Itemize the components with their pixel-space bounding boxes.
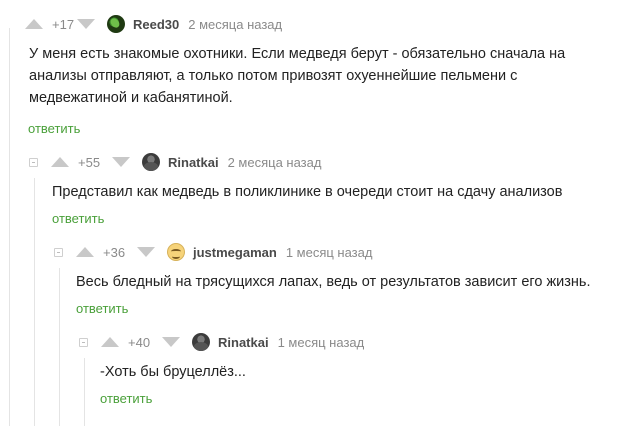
- comment-text-line: анализы отправляют, а только потом приво…: [29, 68, 518, 84]
- reply-link[interactable]: ответить: [76, 301, 128, 316]
- avatar[interactable]: [192, 333, 210, 351]
- comment-text-line: -Хоть бы бруцеллёз...: [100, 364, 246, 380]
- comment-rating: +17: [52, 16, 75, 32]
- comment-text: Весь бледный на трясущихся лапах, ведь о…: [76, 271, 591, 293]
- comment-time[interactable]: 2 месяца назад: [228, 155, 322, 170]
- downvote-arrow-icon[interactable]: [137, 247, 155, 257]
- upvote-arrow-icon[interactable]: [51, 157, 69, 167]
- comment-time[interactable]: 1 месяц назад: [286, 245, 373, 260]
- comment-text-line: медвежатиной и кабанятиной.: [29, 90, 233, 106]
- reply-link[interactable]: ответить: [28, 121, 80, 136]
- downvote-arrow-icon[interactable]: [77, 19, 95, 29]
- collapse-thread-icon[interactable]: [54, 247, 63, 257]
- thread-line: [34, 178, 35, 426]
- upvote-arrow-icon[interactable]: [25, 19, 43, 29]
- comment-text: У меня есть знакомые охотники. Если медв…: [29, 43, 565, 109]
- comment-author[interactable]: Rinatkai: [218, 335, 269, 350]
- comment-time[interactable]: 2 месяца назад: [188, 17, 282, 32]
- comment-text: Представил как медведь в поликлинике в о…: [52, 181, 562, 203]
- comment-header: +36 justmegaman 1 месяц назад: [54, 240, 372, 264]
- avatar[interactable]: [167, 243, 185, 261]
- comment-header: +40 Rinatkai 1 месяц назад: [79, 330, 364, 354]
- comment-author[interactable]: Reed30: [133, 17, 179, 32]
- avatar[interactable]: [107, 15, 125, 33]
- collapse-thread-icon[interactable]: [29, 157, 38, 167]
- comment-author[interactable]: Rinatkai: [168, 155, 219, 170]
- comment-rating: +55: [78, 154, 101, 170]
- collapse-thread-icon[interactable]: [79, 337, 88, 347]
- thread-line: [84, 358, 85, 426]
- comment-text-line: Весь бледный на трясущихся лапах, ведь о…: [76, 274, 591, 290]
- comment-text-line: У меня есть знакомые охотники. Если медв…: [29, 46, 566, 62]
- reply-link[interactable]: ответить: [100, 391, 152, 406]
- comment-text-line: Представил как медведь в поликлинике в о…: [52, 184, 563, 200]
- downvote-arrow-icon[interactable]: [162, 337, 180, 347]
- thread-line: [9, 28, 10, 426]
- thread-line: [59, 268, 60, 426]
- upvote-arrow-icon[interactable]: [101, 337, 119, 347]
- downvote-arrow-icon[interactable]: [112, 157, 130, 167]
- comment-rating: +40: [128, 334, 151, 350]
- comment-rating: +36: [103, 244, 126, 260]
- reply-link[interactable]: ответить: [52, 211, 104, 226]
- upvote-arrow-icon[interactable]: [76, 247, 94, 257]
- comment-time[interactable]: 1 месяц назад: [278, 335, 365, 350]
- comment-header: +55 Rinatkai 2 месяца назад: [29, 150, 321, 174]
- comment-header: +17 Reed30 2 месяца назад: [3, 12, 282, 36]
- avatar[interactable]: [142, 153, 160, 171]
- comment-text: -Хоть бы бруцеллёз...: [100, 361, 246, 383]
- comment-author[interactable]: justmegaman: [193, 245, 277, 260]
